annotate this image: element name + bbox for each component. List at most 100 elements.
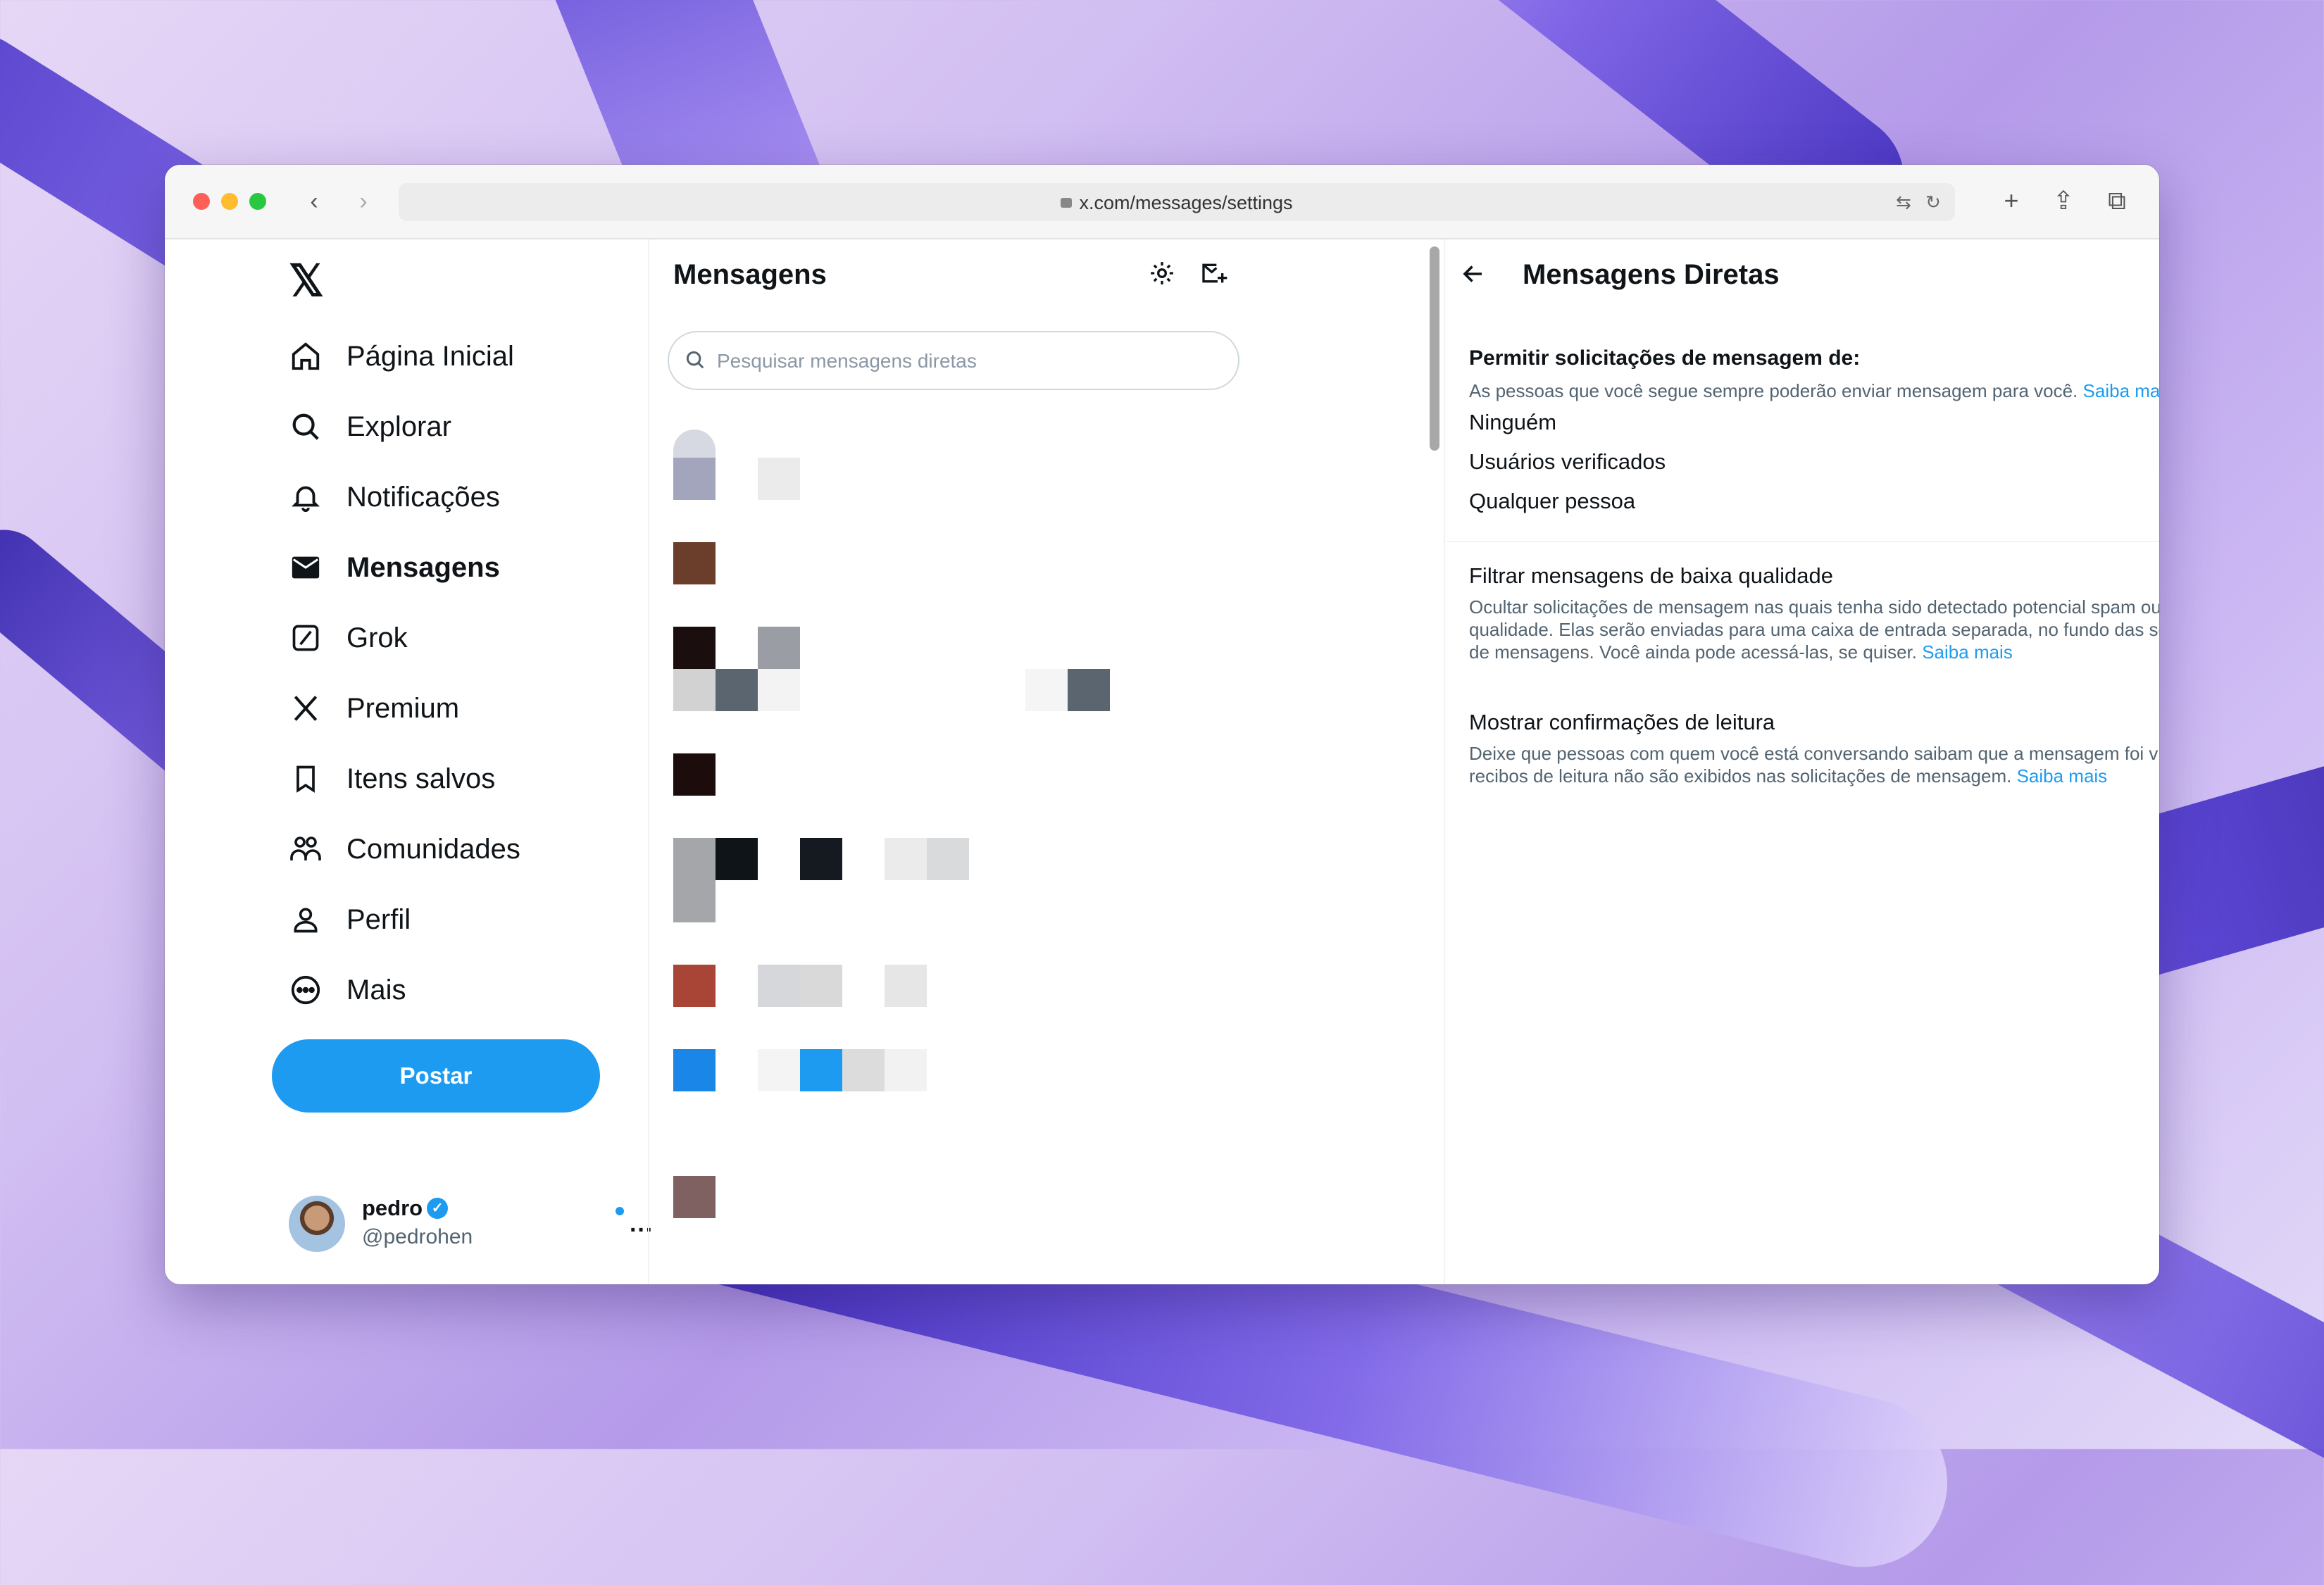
list-item[interactable] (673, 1176, 716, 1218)
list-item (758, 627, 800, 669)
address-area: x.com/messages/settings ⇆ ↻ (399, 183, 2145, 221)
left-sidebar: 𝕏 Página Inicial Explorar Notificações M… (165, 239, 654, 1284)
nav-label: Comunidades (346, 833, 520, 865)
search-icon (685, 349, 708, 373)
list-item (1068, 669, 1110, 711)
browser-toolbar: ‹ › x.com/messages/settings ⇆ ↻ + ⇪ ⧉ (165, 165, 2159, 239)
share-button[interactable]: ⇪ (2047, 183, 2080, 218)
list-item[interactable] (673, 542, 716, 584)
list-item (673, 669, 716, 711)
list-item (927, 838, 969, 880)
tabs-icon: ⧉ (2108, 186, 2126, 215)
profile-name: pedro (362, 1196, 423, 1220)
back-arrow-icon[interactable] (1461, 259, 1486, 296)
communities-icon (285, 828, 327, 870)
nav-item-notifications[interactable]: Notificações (285, 469, 500, 525)
minimize-window-button[interactable] (221, 193, 238, 210)
list-item (758, 669, 800, 711)
account-switcher[interactable]: pedro ✓ @pedrohen (289, 1191, 655, 1255)
chevron-left-icon: ‹ (310, 188, 318, 215)
grok-icon (285, 617, 327, 659)
search-icon (285, 406, 327, 448)
list-item[interactable] (673, 838, 716, 922)
address-bar[interactable]: x.com/messages/settings ⇆ ↻ (399, 183, 1955, 221)
lock-icon (1061, 197, 1073, 208)
nav-item-explore[interactable]: Explorar (285, 399, 451, 455)
avatar (289, 1196, 345, 1252)
notification-dot (616, 1207, 624, 1215)
nav-label: Grok (346, 622, 408, 653)
list-item (885, 1049, 927, 1091)
forward-button[interactable]: › (349, 186, 377, 217)
translate-icon[interactable]: ⇆ (1892, 190, 1916, 214)
bell-icon (285, 476, 327, 518)
read-receipts-description: Deixe que pessoas com quem você está con… (1469, 742, 2159, 787)
learn-more-link[interactable]: Saiba mais (2017, 765, 2108, 787)
new-message-icon[interactable] (1196, 259, 1232, 296)
tab-overview-button[interactable]: ⧉ (2100, 183, 2134, 218)
list-item (800, 1049, 842, 1091)
messages-panel: Mensagens (648, 239, 1445, 1284)
nav-label: Premium (346, 692, 460, 724)
list-item (758, 965, 800, 1007)
list-item (842, 1049, 885, 1091)
list-item (1025, 669, 1068, 711)
read-receipts-label: Mostrar confirmações de leitura (1469, 710, 1775, 734)
list-item[interactable] (673, 627, 716, 669)
profile-name-row: pedro ✓ (362, 1196, 449, 1221)
zoom-window-button[interactable] (249, 193, 266, 210)
new-tab-button[interactable]: + (1994, 183, 2028, 218)
list-item (758, 458, 800, 500)
filter-low-quality-label: Filtrar mensagens de baixa qualidade (1469, 563, 1833, 588)
nav-item-home[interactable]: Página Inicial (285, 328, 514, 384)
option-anyone-label: Qualquer pessoa (1469, 489, 1636, 513)
allow-requests-subtext: As pessoas que você segue sempre poderão… (1469, 380, 2159, 402)
x-logo-icon (285, 687, 327, 729)
dm-settings-panel: Mensagens Diretas Permitir solicitações … (1447, 239, 2159, 1284)
close-window-button[interactable] (193, 193, 210, 210)
list-item[interactable] (673, 1049, 716, 1091)
nav-item-communities[interactable]: Comunidades (285, 821, 520, 877)
list-item[interactable] (673, 430, 716, 458)
option-verified-label: Usuários verificados (1469, 449, 1666, 474)
nav-item-premium[interactable]: Premium (285, 680, 459, 737)
profile-handle: @pedrohen (362, 1225, 473, 1248)
person-icon (285, 898, 327, 941)
list-item[interactable] (673, 458, 716, 500)
list-item[interactable] (673, 753, 716, 796)
nav-label: Perfil (346, 903, 411, 935)
filter-low-quality-description: Ocultar solicitações de mensagem nas qua… (1469, 596, 2159, 663)
filter-desc-text: Ocultar solicitações de mensagem nas qua… (1469, 596, 2159, 663)
nav-item-profile[interactable]: Perfil (285, 891, 411, 948)
list-item[interactable] (673, 965, 716, 1007)
nav-item-messages[interactable]: Mensagens (285, 539, 500, 596)
plus-icon: + (2004, 186, 2019, 215)
nav-item-more[interactable]: Mais (285, 962, 406, 1018)
back-button[interactable]: ‹ (300, 186, 328, 217)
list-item (800, 965, 842, 1007)
post-button[interactable]: Postar (272, 1039, 600, 1113)
envelope-icon (285, 546, 327, 589)
nav-label: Mais (346, 974, 406, 1005)
list-item (716, 669, 758, 711)
settings-gear-icon[interactable] (1144, 259, 1180, 296)
more-circle-icon (285, 969, 327, 1011)
allow-sub-text: As pessoas que você segue sempre poderão… (1469, 380, 2078, 401)
learn-more-link[interactable]: Saiba mais (2083, 380, 2159, 401)
url-display: x.com/messages/settings (399, 192, 1955, 214)
search-input[interactable] (716, 346, 1211, 376)
nav-item-grok[interactable]: Grok (285, 610, 408, 666)
page-title: Mensagens Diretas (1523, 259, 1780, 290)
chevron-right-icon: › (359, 188, 368, 215)
allow-requests-heading: Permitir solicitações de mensagem de: (1469, 346, 1861, 370)
reload-icon[interactable]: ↻ (1921, 190, 1945, 214)
share-icon: ⇪ (2052, 186, 2075, 215)
scrollbar[interactable] (1430, 246, 1439, 451)
verified-badge-icon: ✓ (427, 1197, 449, 1219)
url-text: x.com/messages/settings (1079, 192, 1293, 213)
learn-more-link[interactable]: Saiba mais (1922, 641, 2013, 663)
search-field[interactable] (668, 331, 1239, 390)
nav-item-bookmarks[interactable]: Itens salvos (285, 751, 495, 807)
x-logo-icon[interactable]: 𝕏 (289, 253, 324, 310)
nav-label: Itens salvos (346, 763, 496, 794)
